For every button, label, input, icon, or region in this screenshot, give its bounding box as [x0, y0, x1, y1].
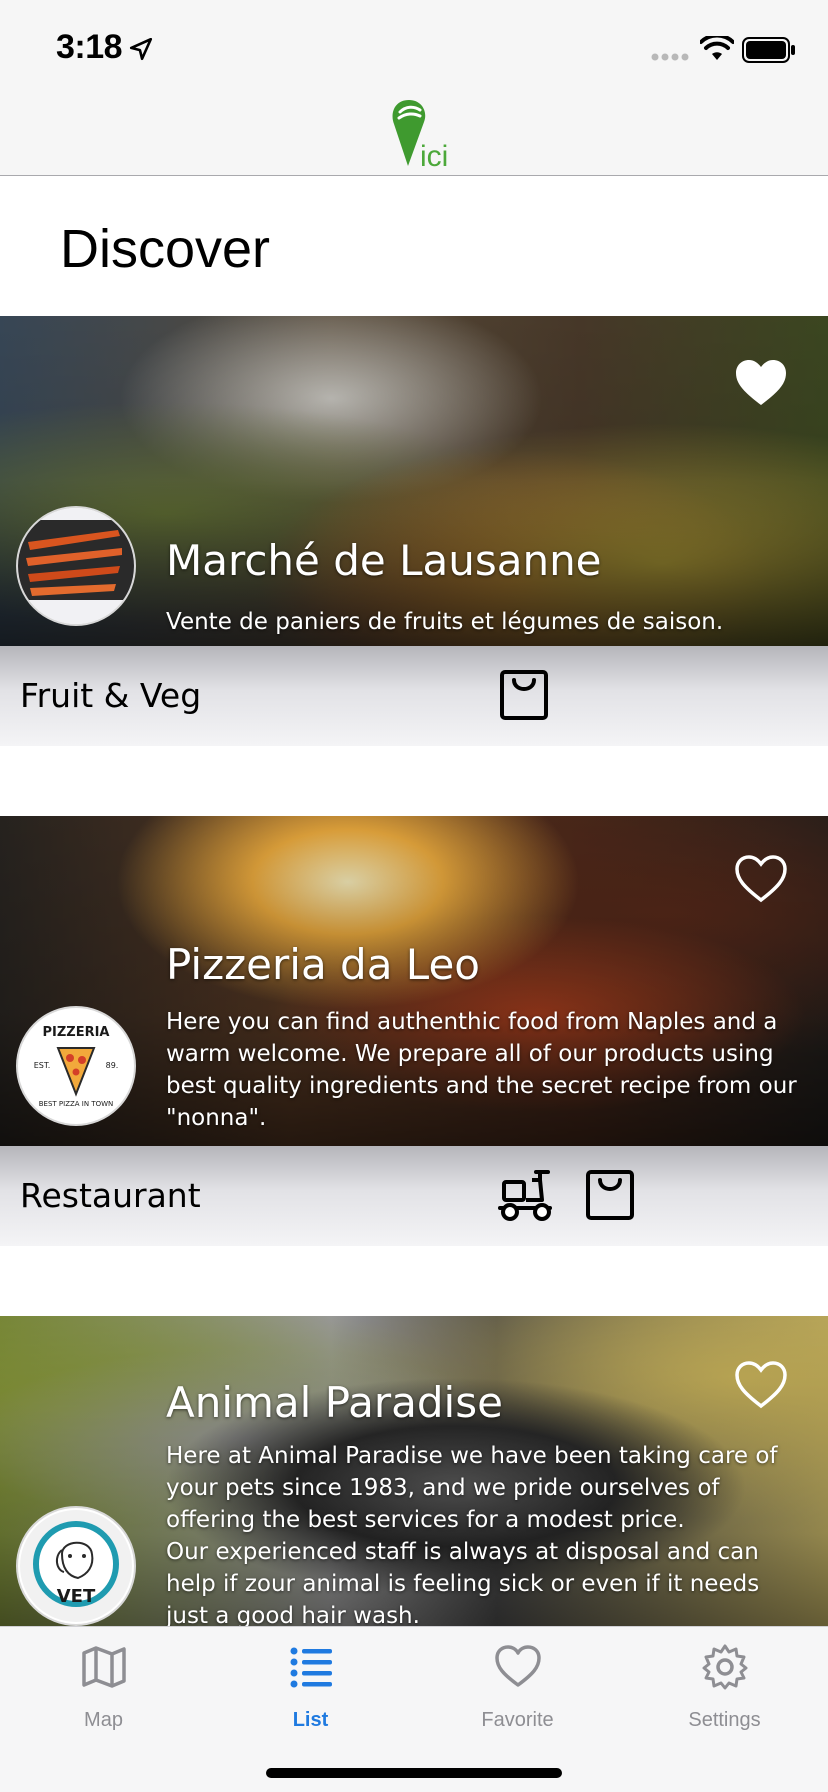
navigation-bar: ici	[0, 88, 828, 176]
place-card-animal-paradise[interactable]: Animal Paradise Here at Animal Paradise …	[0, 1316, 828, 1626]
card-hero-image[interactable]: Pizzeria da Leo Here you can find authen…	[0, 816, 828, 1146]
place-card-pizzeria[interactable]: Pizzeria da Leo Here you can find authen…	[0, 816, 828, 1246]
status-bar: 3:18	[0, 0, 828, 88]
home-indicator[interactable]	[266, 1768, 562, 1778]
place-description: Vente de paniers de fruits et légumes de…	[166, 609, 724, 635]
shopping-bag-icon	[500, 670, 548, 720]
cellular-signal-icon	[651, 53, 689, 61]
avatar-text-top: PIZZERIA	[42, 1025, 109, 1040]
place-card-marche[interactable]: Marché de Lausanne Vente de paniers de f…	[0, 316, 828, 746]
tab-label: Map	[84, 1709, 123, 1731]
favorite-heart-filled-icon[interactable]	[734, 358, 788, 408]
status-time: 3:18	[56, 28, 123, 66]
location-arrow-icon	[129, 37, 153, 61]
category-label: Fruit & Veg	[20, 676, 202, 715]
tab-favorite[interactable]: Favorite	[414, 1627, 621, 1737]
place-name: Marché de Lausanne	[166, 536, 602, 585]
delivery-scooter-icon	[498, 1170, 552, 1221]
avatar-pizzeria-logo: PIZZERIA EST. 89. BEST PIZZA IN TOWN	[16, 1006, 136, 1126]
card-footer: Fruit & Veg	[0, 646, 828, 746]
place-name: Pizzeria da Leo	[166, 940, 480, 989]
avatar-text: VET	[57, 1586, 96, 1607]
place-description: Here you can find authenthic food from N…	[166, 1009, 797, 1131]
wifi-icon	[700, 36, 734, 60]
avatar-text-left: EST.	[34, 1061, 51, 1070]
battery-icon	[742, 37, 795, 63]
page-title: Discover	[60, 219, 271, 279]
tab-list[interactable]: List	[207, 1627, 414, 1737]
favorite-heart-outline-icon[interactable]	[734, 854, 788, 904]
list-icon	[290, 1647, 332, 1688]
tab-map[interactable]: Map	[0, 1627, 207, 1737]
card-hero-image[interactable]: Animal Paradise Here at Animal Paradise …	[0, 1316, 828, 1626]
avatar-text-bottom: BEST PIZZA IN TOWN	[39, 1100, 114, 1108]
card-footer: Restaurant	[0, 1146, 828, 1246]
tab-label: List	[292, 1709, 329, 1731]
tab-settings[interactable]: Settings	[621, 1627, 828, 1737]
avatar-text-right: 89.	[106, 1061, 119, 1070]
carrots-image	[18, 508, 134, 624]
place-name: Animal Paradise	[166, 1378, 503, 1427]
category-label: Restaurant	[20, 1176, 201, 1215]
place-description: Here at Animal Paradise we have been tak…	[166, 1443, 778, 1626]
gear-icon	[702, 1644, 748, 1690]
favorite-heart-outline-icon[interactable]	[734, 1360, 788, 1410]
card-hero-image[interactable]: Marché de Lausanne Vente de paniers de f…	[0, 316, 828, 646]
vet-logo-image: VET	[20, 1510, 132, 1622]
map-icon	[82, 1646, 126, 1688]
logo-text: ici	[420, 140, 449, 173]
avatar-carrots	[16, 506, 136, 626]
tab-label: Favorite	[481, 1709, 554, 1731]
heart-icon	[495, 1645, 541, 1687]
shopping-bag-icon	[586, 1170, 634, 1220]
pizzeria-logo-image: PIZZERIA EST. 89. BEST PIZZA IN TOWN	[20, 1010, 132, 1122]
avatar-vet-logo: VET	[16, 1506, 136, 1626]
tab-label: Settings	[688, 1709, 761, 1731]
